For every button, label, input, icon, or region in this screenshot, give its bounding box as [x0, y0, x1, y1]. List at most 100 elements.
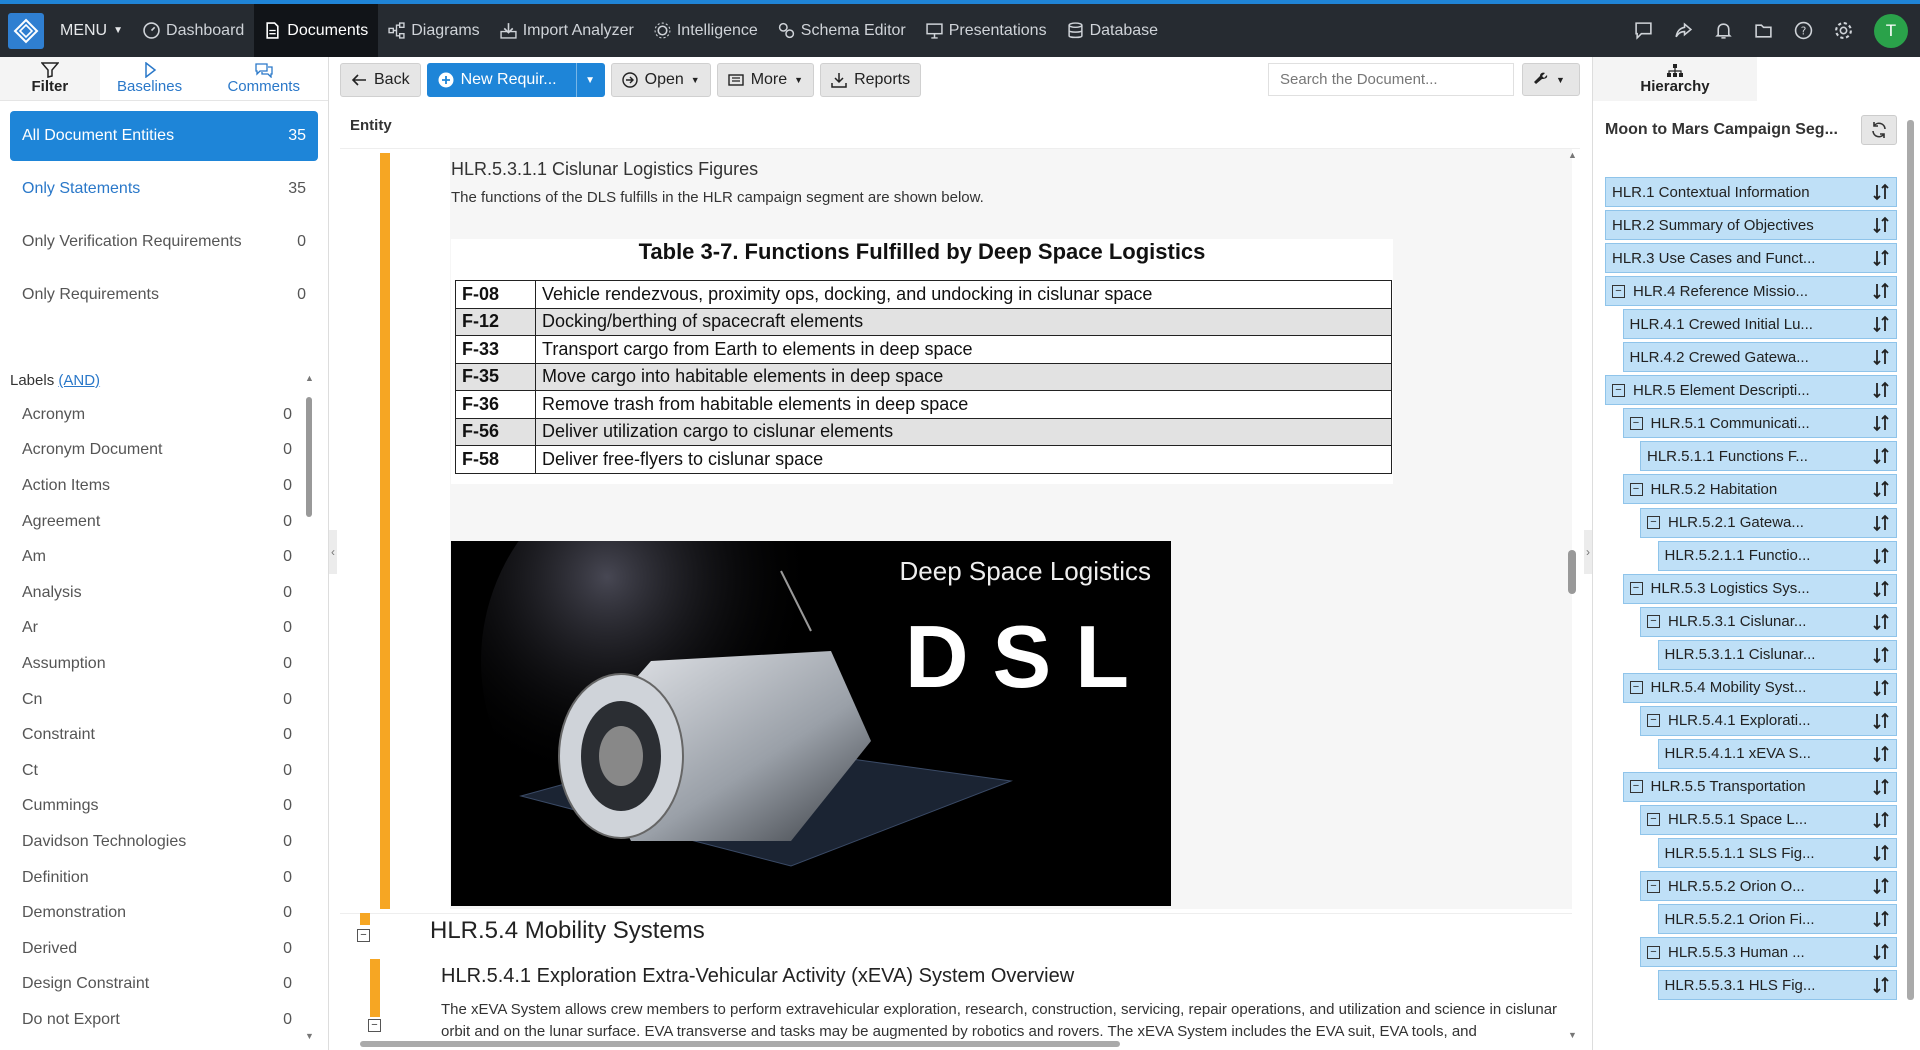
nav-diagrams[interactable]: Diagrams	[378, 4, 489, 57]
collapse-node-toggle[interactable]: −	[1647, 879, 1660, 893]
reorder-node-handle[interactable]	[1866, 447, 1896, 465]
hierarchy-node[interactable]: HLR.5.4.1.1 xEVA S...	[1657, 738, 1897, 769]
subsection-heading[interactable]: HLR.5.4.1 Exploration Extra-Vehicular Ac…	[441, 965, 1074, 988]
hierarchy-node[interactable]: − HLR.5 Element Descripti...	[1605, 375, 1897, 406]
label-filter-item[interactable]: Analysis 0	[12, 575, 302, 611]
reorder-node-handle[interactable]	[1866, 910, 1896, 928]
reorder-node-handle[interactable]	[1866, 811, 1896, 829]
collapse-node-toggle[interactable]: −	[1629, 582, 1643, 596]
collapse-node-toggle[interactable]: −	[1629, 681, 1643, 695]
scroll-down-arrow-icon[interactable]: ▼	[1568, 1030, 1577, 1040]
filter-only-requirements[interactable]: Only Requirements 0	[10, 270, 318, 320]
chat-icon[interactable]	[1634, 21, 1653, 40]
collapse-node-toggle[interactable]: −	[1629, 482, 1643, 496]
label-filter-item[interactable]: Assumption 0	[12, 646, 302, 682]
reorder-node-handle[interactable]	[1866, 877, 1896, 895]
reorder-node-handle[interactable]	[1866, 943, 1896, 961]
collapse-node-toggle[interactable]: −	[1629, 416, 1643, 430]
reorder-node-handle[interactable]	[1866, 315, 1896, 333]
label-filter-item[interactable]: Do not Export 0	[12, 1002, 302, 1038]
section-heading[interactable]: HLR.5.4 Mobility Systems	[430, 917, 705, 945]
hierarchy-node[interactable]: − HLR.5.1 Communicati...	[1622, 408, 1897, 439]
reorder-node-handle[interactable]	[1866, 679, 1896, 697]
horizontal-scrollbar-thumb[interactable]	[360, 1041, 1120, 1047]
hierarchy-node[interactable]: HLR.5.3.1.1 Cislunar...	[1657, 639, 1897, 670]
hierarchy-node[interactable]: HLR.5.5.2.1 Orion Fi...	[1657, 904, 1897, 935]
hierarchy-node[interactable]: − HLR.5.4.1 Explorati...	[1640, 705, 1897, 736]
nav-presentations[interactable]: Presentations	[916, 4, 1057, 57]
hierarchy-node[interactable]: − HLR.5.2.1 Gatewa...	[1640, 507, 1897, 538]
reorder-node-handle[interactable]	[1866, 778, 1896, 796]
filter-all-entities[interactable]: All Document Entities 35	[10, 111, 318, 161]
nav-dashboard[interactable]: Dashboard	[133, 4, 254, 57]
hierarchy-scrollbar[interactable]	[1905, 100, 1917, 1030]
hierarchy-node[interactable]: HLR.5.1.1 Functions F...	[1640, 441, 1897, 472]
nav-intelligence[interactable]: Intelligence	[644, 4, 768, 57]
collapse-left-panel-handle[interactable]: ‹	[329, 530, 337, 574]
document-horizontal-scrollbar[interactable]	[345, 1040, 1560, 1048]
nav-documents[interactable]: Documents	[254, 4, 379, 57]
hierarchy-node[interactable]: − HLR.5.3.1 Cislunar...	[1640, 606, 1897, 637]
scroll-up-arrow-icon[interactable]: ▲	[1568, 150, 1577, 160]
label-filter-item[interactable]: Derived 0	[12, 931, 302, 967]
open-button[interactable]: Open ▼	[610, 63, 711, 97]
hierarchy-node[interactable]: HLR.1 Contextual Information	[1605, 177, 1897, 207]
collapse-node-toggle[interactable]: −	[1612, 284, 1625, 298]
filter-only-statements[interactable]: Only Statements 35	[10, 164, 318, 214]
document-scrollbar-thumb[interactable]	[1568, 550, 1576, 594]
refresh-hierarchy-button[interactable]	[1861, 115, 1897, 145]
label-filter-item[interactable]: Cummings 0	[12, 789, 302, 825]
labels-mode-toggle[interactable]: (AND)	[58, 372, 100, 389]
collapse-node-toggle[interactable]: −	[1647, 714, 1660, 728]
nav-database[interactable]: Database	[1057, 4, 1169, 57]
reorder-node-handle[interactable]	[1866, 381, 1896, 399]
reorder-node-handle[interactable]	[1866, 712, 1896, 730]
reorder-node-handle[interactable]	[1866, 844, 1896, 862]
label-filter-item[interactable]: Cn 0	[12, 682, 302, 718]
label-filter-item[interactable]: Ct 0	[12, 753, 302, 789]
tab-baselines[interactable]: Baselines	[100, 57, 200, 100]
label-filter-item[interactable]: Davidson Technologies 0	[12, 824, 302, 860]
collapse-section-toggle[interactable]: −	[368, 1019, 381, 1032]
label-filter-item[interactable]: Design Constraint 0	[12, 967, 302, 1003]
section-heading[interactable]: HLR.5.3.1.1 Cislunar Logistics Figures	[451, 159, 758, 180]
share-icon[interactable]	[1674, 21, 1693, 40]
reorder-node-handle[interactable]	[1866, 745, 1896, 763]
new-requirement-button[interactable]: New Requir... ▼	[426, 63, 605, 97]
hierarchy-node[interactable]: − HLR.5.5 Transportation	[1622, 771, 1897, 802]
hierarchy-node[interactable]: − HLR.4 Reference Missio...	[1605, 276, 1897, 307]
nav-import-analyzer[interactable]: Import Analyzer	[490, 4, 644, 57]
hierarchy-scrollbar-thumb[interactable]	[1907, 120, 1914, 1000]
back-button[interactable]: Back	[340, 63, 421, 97]
reorder-node-handle[interactable]	[1866, 414, 1896, 432]
reports-button[interactable]: Reports	[820, 63, 922, 97]
reorder-node-handle[interactable]	[1866, 249, 1896, 267]
collapse-node-toggle[interactable]: −	[1647, 615, 1660, 629]
user-avatar[interactable]: T	[1874, 13, 1908, 48]
collapse-section-toggle[interactable]: −	[357, 929, 370, 942]
collapse-node-toggle[interactable]: −	[1629, 780, 1643, 794]
label-filter-item[interactable]: Definition 0	[12, 860, 302, 896]
gear-icon[interactable]	[1834, 21, 1853, 40]
tab-comments[interactable]: Comments	[199, 57, 328, 100]
reorder-node-handle[interactable]	[1866, 646, 1896, 664]
hierarchy-node[interactable]: HLR.4.1 Crewed Initial Lu...	[1622, 309, 1897, 340]
collapse-node-toggle[interactable]: −	[1612, 383, 1625, 397]
filter-only-verification[interactable]: Only Verification Requirements 0	[10, 217, 318, 267]
reorder-node-handle[interactable]	[1866, 547, 1896, 565]
label-filter-item[interactable]: Acronym Document 0	[12, 433, 302, 469]
label-filter-item[interactable]: Ar 0	[12, 611, 302, 647]
scroll-up-arrow-icon[interactable]: ▲	[305, 373, 314, 383]
reorder-node-handle[interactable]	[1866, 580, 1896, 598]
hierarchy-node[interactable]: − HLR.5.3 Logistics Sys...	[1622, 573, 1897, 604]
labels-scrollbar-thumb[interactable]	[306, 397, 312, 517]
hierarchy-node[interactable]: HLR.2 Summary of Objectives	[1605, 210, 1897, 241]
label-filter-item[interactable]: Constraint 0	[12, 717, 302, 753]
hierarchy-node[interactable]: − HLR.5.5.1 Space L...	[1640, 804, 1897, 835]
more-button[interactable]: More ▼	[716, 63, 815, 97]
hierarchy-node[interactable]: − HLR.5.5.3 Human ...	[1640, 937, 1897, 968]
reorder-node-handle[interactable]	[1866, 282, 1896, 300]
hierarchy-node[interactable]: HLR.5.2.1.1 Functio...	[1657, 540, 1897, 571]
hierarchy-node[interactable]: HLR.5.5.1.1 SLS Fig...	[1657, 838, 1897, 868]
document-search-input[interactable]: Search the Document...	[1268, 63, 1514, 96]
